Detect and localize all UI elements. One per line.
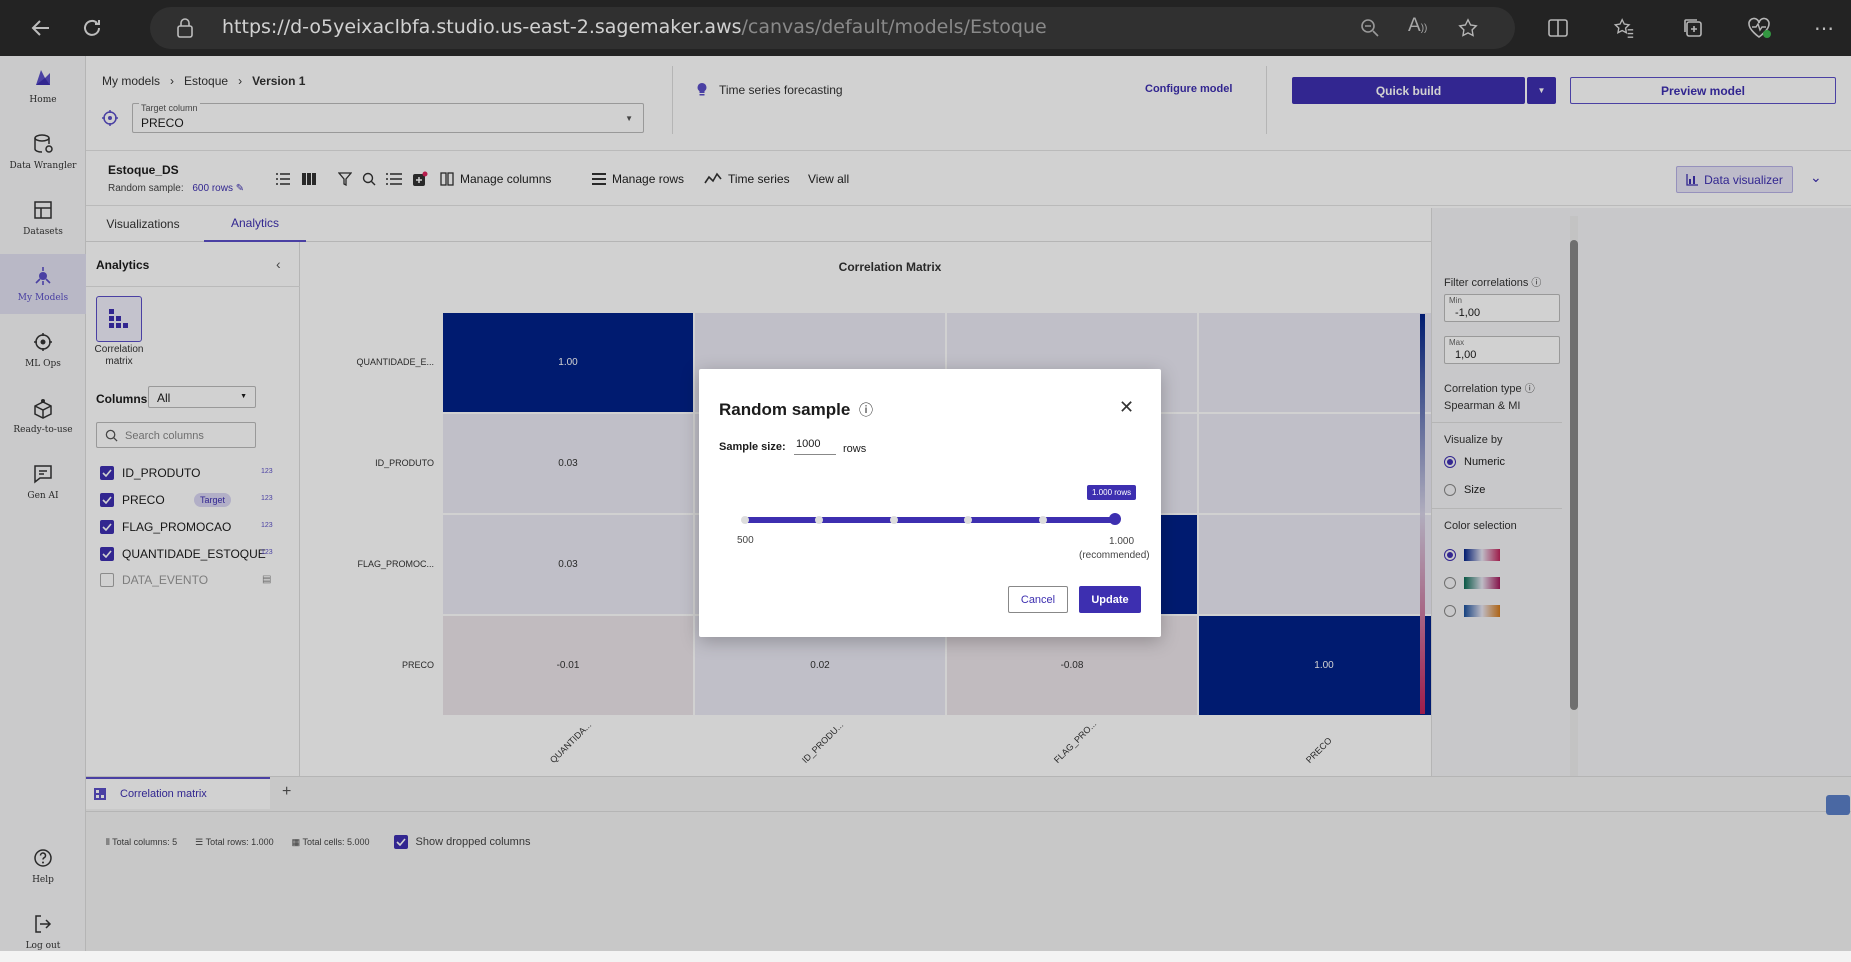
sample-size-input[interactable]: 1000	[794, 435, 836, 455]
sample-size-label: Sample size:	[719, 441, 786, 453]
slider-step-dot	[741, 516, 749, 524]
random-sample-dialog: Random sample ⓘ ✕ Sample size: 1000 rows…	[699, 369, 1161, 637]
slider-recommended-label: (recommended)	[1079, 550, 1150, 561]
slider-fill	[743, 517, 1115, 523]
sample-size-value: 1000	[796, 438, 821, 450]
slider-thumb[interactable]	[1109, 513, 1121, 525]
dialog-title-text: Random sample	[719, 400, 851, 419]
slider-step-dot	[1038, 516, 1047, 524]
info-icon[interactable]: ⓘ	[859, 402, 873, 418]
update-label: Update	[1091, 593, 1129, 606]
cancel-button[interactable]: Cancel	[1008, 586, 1068, 613]
sample-size-slider[interactable]	[741, 513, 1121, 525]
update-button[interactable]: Update	[1079, 586, 1141, 613]
slider-max-label: 1.000	[1109, 536, 1135, 547]
dialog-title: Random sample ⓘ	[719, 400, 873, 420]
cancel-label: Cancel	[1020, 593, 1056, 606]
rows-unit: rows	[843, 443, 867, 455]
slider-tooltip: 1.000 rows	[1087, 485, 1137, 500]
close-icon[interactable]: ✕	[1119, 397, 1134, 418]
slider-min-label: 500	[737, 535, 754, 546]
slider-step-dot	[889, 516, 898, 524]
